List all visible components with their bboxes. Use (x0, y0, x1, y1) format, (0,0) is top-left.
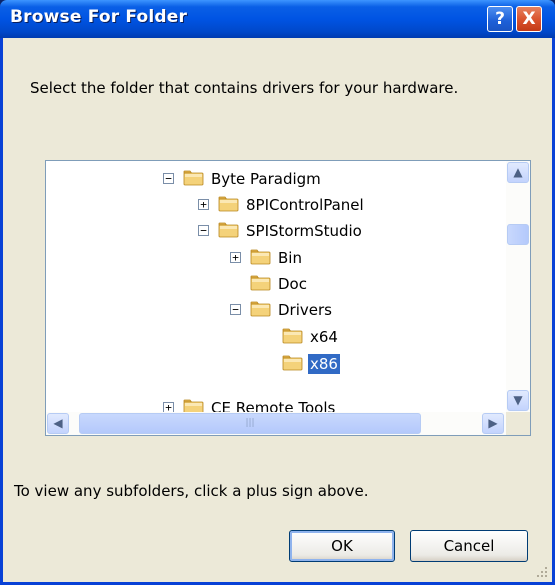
folder-icon (183, 399, 204, 412)
browse-for-folder-dialog: Browse For Folder ? X Select the folder … (0, 0, 555, 585)
tree-node-label: 8PIControlPanel (246, 196, 364, 214)
cancel-button[interactable]: Cancel (410, 530, 528, 562)
tree-node-drivers[interactable]: − Drivers (46, 297, 506, 323)
close-button[interactable]: X (516, 6, 542, 32)
tree-node-x64[interactable]: x64 (46, 324, 506, 350)
chevron-down-icon: ▼ (513, 393, 523, 407)
tree-node-label: Doc (278, 275, 307, 293)
vertical-scrollbar[interactable]: ▲ ▼ (506, 161, 530, 412)
tree-node-doc[interactable]: Doc (46, 271, 506, 297)
tree-node-spistormstudio[interactable]: − SPIStormStudio (46, 218, 506, 244)
folder-icon (218, 222, 239, 238)
folder-tree[interactable]: − Byte Paradigm +8PIControlPanel − SPIStormS… (45, 160, 531, 436)
tree-node-label: SPIStormStudio (246, 222, 362, 240)
tree-node-8picontrolpanel[interactable]: +8PIControlPanel (46, 192, 506, 218)
tree-node-label: Byte Paradigm (211, 170, 321, 188)
chevron-right-icon: ▶ (488, 416, 498, 430)
folder-icon (250, 249, 271, 265)
tree-node-label: Bin (278, 249, 302, 267)
hint-text: To view any subfolders, click a plus sig… (14, 482, 369, 500)
folder-icon (183, 170, 204, 186)
help-icon: ? (495, 9, 505, 29)
title-bar[interactable]: Browse For Folder ? X (0, 0, 555, 38)
folder-icon (282, 328, 303, 344)
scroll-up-button[interactable]: ▲ (507, 162, 529, 183)
folder-icon (250, 301, 271, 317)
tree-node-label: Drivers (278, 301, 332, 319)
ok-button[interactable]: OK (289, 530, 395, 562)
folder-icon (250, 275, 271, 291)
scrollbar-corner (506, 412, 530, 435)
expand-icon[interactable]: + (163, 402, 174, 412)
chevron-up-icon: ▲ (513, 165, 523, 179)
resize-grip-icon[interactable] (536, 566, 548, 578)
expand-icon[interactable]: + (198, 199, 209, 210)
close-icon: X (522, 9, 536, 29)
folder-icon (218, 196, 239, 212)
tree-node-ce-remote-tools[interactable]: + CE Remote Tools (46, 395, 506, 412)
vertical-scroll-thumb[interactable] (507, 224, 529, 245)
folder-icon (282, 355, 303, 371)
window-title: Browse For Folder (10, 7, 188, 27)
collapse-icon[interactable]: − (230, 304, 241, 315)
tree-node-bin[interactable]: + Bin (46, 245, 506, 271)
scroll-right-button[interactable]: ▶ (482, 413, 504, 434)
chevron-left-icon: ◀ (53, 416, 63, 430)
tree-node-byte-paradigm[interactable]: − Byte Paradigm (46, 166, 506, 192)
collapse-icon[interactable]: − (163, 173, 174, 184)
scroll-down-button[interactable]: ▼ (507, 390, 529, 411)
scroll-grip-icon: ||| (245, 418, 255, 428)
tree-node-label: x64 (310, 328, 338, 346)
expand-icon[interactable]: + (230, 252, 241, 263)
instruction-text: Select the folder that contains drivers … (30, 79, 459, 97)
horizontal-scroll-thumb[interactable]: ||| (79, 413, 421, 434)
tree-node-label: CE Remote Tools (211, 399, 336, 412)
help-button[interactable]: ? (487, 6, 513, 32)
tree-node-x86[interactable]: x86 (46, 351, 506, 377)
collapse-icon[interactable]: − (198, 225, 209, 236)
folder-tree-viewport[interactable]: − Byte Paradigm +8PIControlPanel − SPIStormS… (46, 161, 506, 412)
horizontal-scrollbar[interactable]: ◀ ||| ▶ (46, 412, 506, 435)
tree-node-label: x86 (308, 354, 340, 374)
scroll-left-button[interactable]: ◀ (47, 413, 69, 434)
